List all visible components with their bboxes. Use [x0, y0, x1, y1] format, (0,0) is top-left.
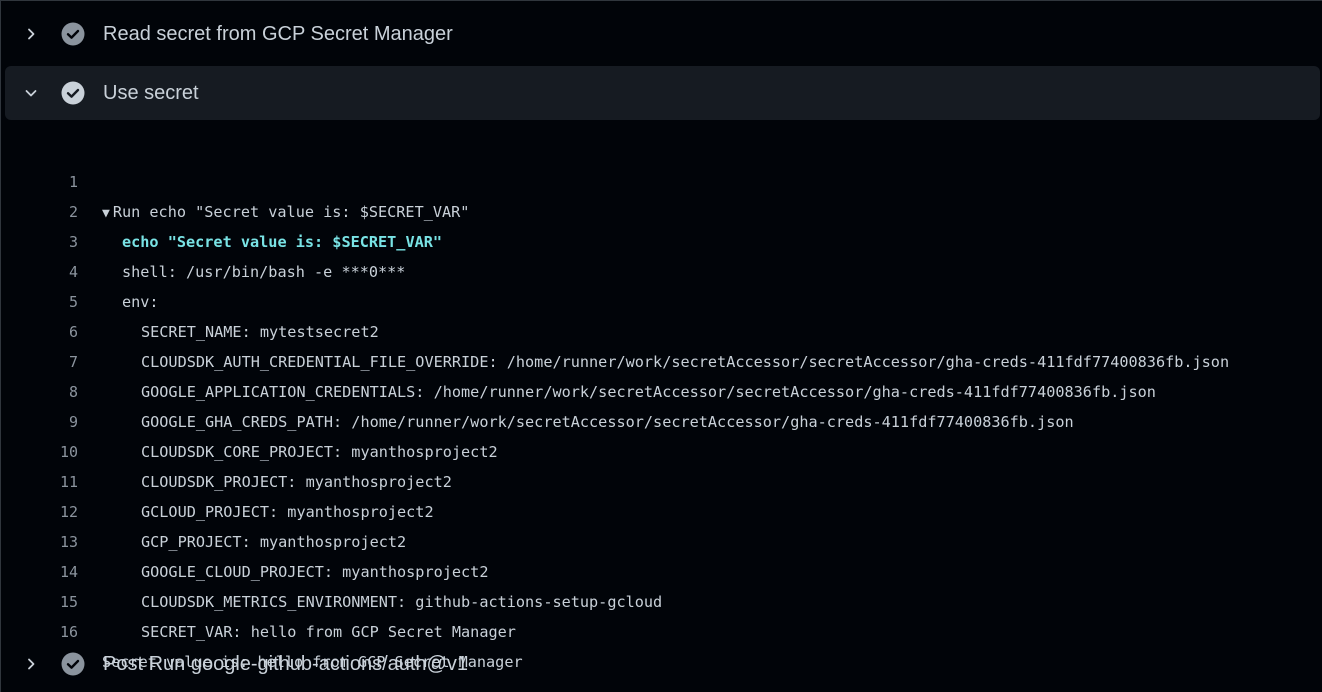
- step-read-secret[interactable]: Read secret from GCP Secret Manager: [5, 7, 1320, 61]
- step-post-run-auth[interactable]: Post Run google-github-actions/auth@v1: [5, 637, 1320, 691]
- log-line[interactable]: 3 shell: /usr/bin/bash -e ***0***: [1, 197, 1322, 281]
- log-line[interactable]: 12 GCP_PROJECT: myanthosproject2: [1, 467, 1322, 551]
- chevron-right-icon[interactable]: [21, 24, 41, 44]
- log-line[interactable]: 14 CLOUDSDK_METRICS_ENVIRONMENT: github-…: [1, 527, 1322, 611]
- step-title: Post Run google-github-actions/auth@v1: [103, 652, 468, 675]
- log-line[interactable]: 10 CLOUDSDK_PROJECT: myanthosproject2: [1, 407, 1322, 491]
- log-line[interactable]: 9 CLOUDSDK_CORE_PROJECT: myanthosproject…: [1, 377, 1322, 461]
- log-line[interactable]: 15 SECRET_VAR: hello from GCP Secret Man…: [1, 557, 1322, 641]
- log-line[interactable]: 8 GOOGLE_GHA_CREDS_PATH: /home/runner/wo…: [1, 347, 1322, 431]
- log-line[interactable]: 16 Secret value is: hello from GCP Secre…: [1, 587, 1322, 671]
- step-title: Read secret from GCP Secret Manager: [103, 22, 453, 45]
- chevron-down-icon[interactable]: [21, 83, 41, 103]
- step-title: Use secret: [103, 81, 199, 104]
- log-line[interactable]: 2 echo "Secret value is: $SECRET_VAR": [1, 167, 1322, 251]
- log-line[interactable]: 6 CLOUDSDK_AUTH_CREDENTIAL_FILE_OVERRIDE…: [1, 287, 1322, 371]
- log-line[interactable]: 1 ▼ Run echo "Secret value is: $SECRET_VA…: [1, 137, 1322, 221]
- log-line[interactable]: 7 GOOGLE_APPLICATION_CREDENTIALS: /home/…: [1, 317, 1322, 401]
- check-circle-icon: [61, 652, 85, 676]
- step-log-output: 1 ▼ Run echo "Secret value is: $SECRET_VA…: [1, 137, 1322, 671]
- check-circle-icon: [61, 22, 85, 46]
- log-line[interactable]: 13 GOOGLE_CLOUD_PROJECT: myanthosproject…: [1, 497, 1322, 581]
- step-use-secret[interactable]: Use secret: [5, 66, 1320, 120]
- log-line[interactable]: 11 GCLOUD_PROJECT: myanthosproject2: [1, 437, 1322, 521]
- log-line[interactable]: 5 SECRET_NAME: mytestsecret2: [1, 257, 1322, 341]
- job-log-panel: Read secret from GCP Secret Manager Use …: [0, 0, 1322, 692]
- chevron-right-icon[interactable]: [21, 654, 41, 674]
- check-circle-icon: [61, 81, 85, 105]
- log-line[interactable]: 4 env:: [1, 227, 1322, 311]
